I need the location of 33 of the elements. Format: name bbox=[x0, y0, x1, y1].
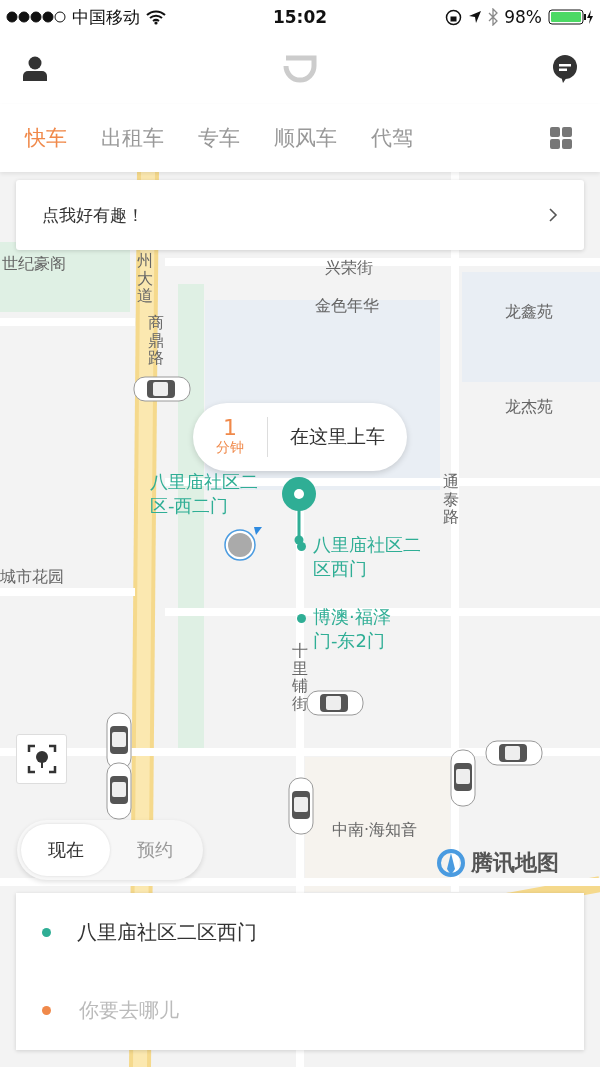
map-label: 中南·海知音 bbox=[332, 820, 418, 841]
eta-unit: 分钟 bbox=[216, 439, 244, 457]
origin-address[interactable]: 八里庙社区二区西门 bbox=[77, 918, 257, 946]
map-label: 商鼎路 bbox=[148, 314, 164, 367]
destination-field[interactable]: 你要去哪儿 bbox=[77, 997, 481, 1023]
pickup-text: 在这里上车 bbox=[289, 424, 386, 449]
stop-label: 八里庙社区二区西门 bbox=[313, 533, 422, 582]
eta-minutes: 1 bbox=[223, 417, 237, 439]
pickup-bubble[interactable]: 1 分钟 在这里上车 bbox=[193, 403, 407, 471]
service-tab[interactable]: 代驾 bbox=[354, 124, 430, 152]
map-label: 通泰路 bbox=[443, 473, 459, 526]
stop-label: 博澳·福泽门-东2门 bbox=[313, 605, 392, 654]
map-label: 十里铺街 bbox=[292, 642, 308, 713]
service-tab[interactable]: 出租车 bbox=[84, 124, 181, 152]
service-tab[interactable]: 快车 bbox=[8, 124, 84, 152]
service-tab[interactable]: 顺风车 bbox=[257, 124, 354, 152]
map-provider-logo: 腾讯地图 bbox=[471, 849, 559, 877]
carrier-name: 中国移动 bbox=[72, 5, 140, 29]
promo-banner[interactable]: 点我好有趣！ bbox=[16, 180, 584, 250]
service-tab[interactable]: 专车 bbox=[181, 124, 257, 152]
battery-percent: 98% bbox=[504, 7, 542, 27]
map-label: 世纪豪阁 bbox=[2, 254, 66, 275]
time-mode-option[interactable]: 现在 bbox=[21, 824, 110, 876]
map-label: 龙鑫苑 bbox=[505, 302, 553, 323]
map-label: 兴荣街 bbox=[325, 258, 373, 279]
map-label: 龙杰苑 bbox=[505, 397, 553, 418]
promo-text: 点我好有趣！ bbox=[42, 203, 144, 227]
map-label: 州大道 bbox=[137, 252, 153, 305]
map-label: 城市花园 bbox=[0, 567, 64, 588]
map-label: 金色年华 bbox=[315, 296, 379, 317]
clock-time: 15:02 bbox=[271, 7, 329, 27]
stop-label: 八里庙社区二区-西二门 bbox=[150, 470, 259, 519]
time-mode-option[interactable]: 预约 bbox=[110, 824, 199, 876]
